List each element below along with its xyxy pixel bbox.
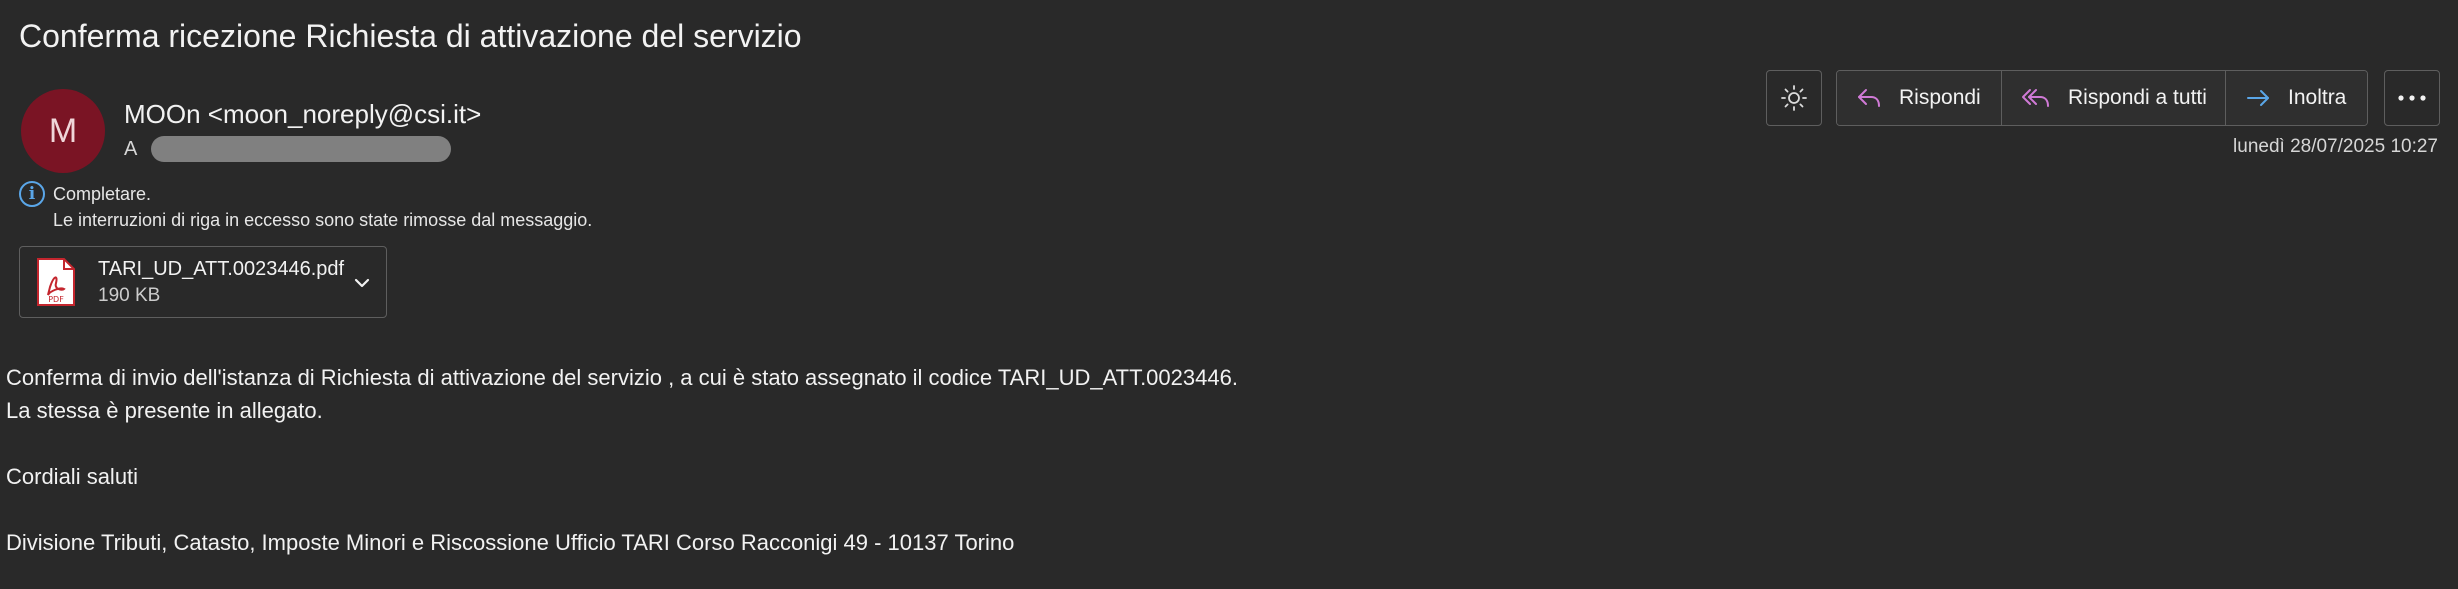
reply-all-label: Rispondi a tutti — [2068, 86, 2207, 109]
email-body: Conferma di invio dell'istanza di Richie… — [6, 361, 1238, 559]
reply-all-button[interactable]: Rispondi a tutti — [2001, 71, 2225, 125]
forward-button[interactable]: Inoltra — [2225, 71, 2367, 125]
recipient-line: A — [124, 136, 452, 162]
sun-icon — [1781, 85, 1807, 111]
more-actions-button[interactable] — [2384, 70, 2440, 126]
attachment-name[interactable]: TARI_UD_ATT.0023446.pdf — [98, 258, 344, 281]
sender-address[interactable]: MOOn <moon_noreply@csi.it> — [124, 99, 481, 130]
attachment-card[interactable]: PDF TARI_UD_ATT.0023446.pdf 190 KB — [19, 246, 387, 318]
attachment-size: 190 KB — [98, 284, 161, 306]
chevron-down-icon[interactable] — [350, 271, 374, 295]
info-notice: i Completare. Le interruzioni di riga in… — [19, 181, 592, 233]
body-line-2: La stessa è presente in allegato. — [6, 398, 323, 423]
reply-label: Rispondi — [1899, 86, 1981, 109]
email-subject: Conferma ricezione Richiesta di attivazi… — [19, 18, 802, 54]
ellipsis-icon — [2398, 95, 2426, 101]
body-signature: Divisione Tributi, Catasto, Imposte Mino… — [6, 530, 1015, 555]
forward-arrow-icon — [2247, 90, 2269, 106]
info-line-completare: Completare. — [53, 184, 152, 204]
reply-actions-group: Rispondi Rispondi a tutti Inoltra — [1836, 70, 2368, 126]
theme-toggle-button[interactable] — [1766, 70, 1822, 126]
sender-avatar[interactable]: M — [21, 89, 105, 173]
body-line-1: Conferma di invio dell'istanza di Richie… — [6, 365, 1238, 390]
pdf-file-icon: PDF — [36, 257, 76, 307]
forward-label: Inoltra — [2288, 86, 2347, 109]
reply-arrow-icon — [1858, 89, 1880, 107]
reply-all-arrow-icon — [2022, 89, 2049, 107]
message-date: lunedì 28/07/2025 10:27 — [2233, 136, 2438, 157]
pdf-icon-label: PDF — [48, 295, 64, 304]
info-circle-icon: i — [19, 181, 45, 207]
info-line-linebreaks: Le interruzioni di riga in eccesso sono … — [53, 210, 593, 230]
reply-button[interactable]: Rispondi — [1837, 71, 2001, 125]
redacted-recipient — [151, 136, 452, 162]
body-greeting: Cordiali saluti — [6, 464, 139, 489]
recipient-label: A — [124, 137, 138, 160]
